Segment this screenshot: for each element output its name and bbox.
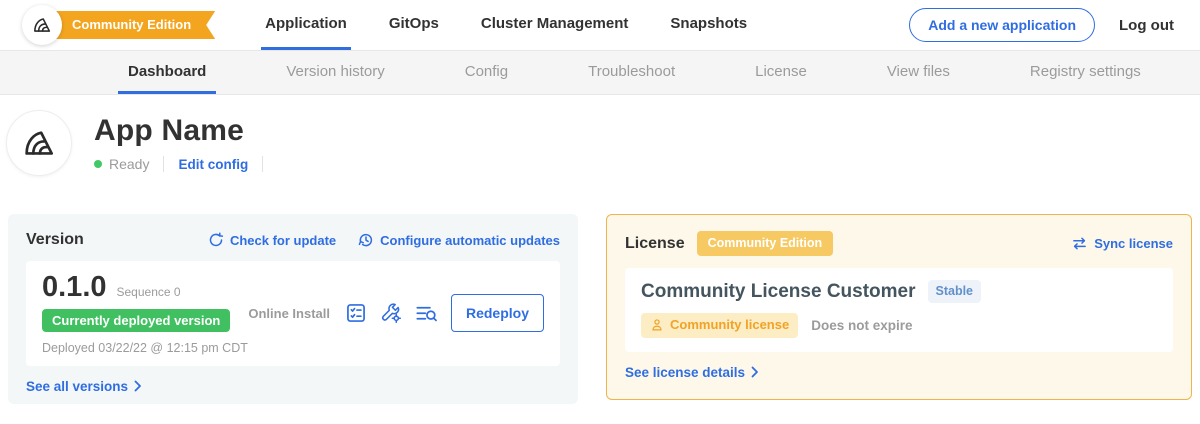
version-card-header: Version Check for update Configure au (26, 231, 560, 249)
divider (163, 156, 164, 172)
version-card: Version Check for update Configure au (8, 214, 578, 404)
currently-deployed-badge: Currently deployed version (42, 309, 230, 332)
divider (262, 156, 263, 172)
status-row: Ready Edit config (94, 156, 277, 172)
top-nav: Community Edition Application GitOps Clu… (0, 0, 1200, 50)
license-details-panel: Community License Customer Stable Commun… (625, 268, 1173, 352)
view-diff-button[interactable] (415, 303, 438, 324)
app-logo-icon (20, 124, 58, 162)
chevron-right-icon (134, 380, 142, 392)
community-edition-ribbon: Community Edition (40, 11, 215, 39)
channel-badge: Stable (928, 280, 982, 303)
app-title-block: App Name Ready Edit config (94, 114, 277, 172)
diff-search-icon (415, 303, 438, 324)
replicated-logo-badge (22, 5, 62, 45)
sub-nav: Dashboard Version history Config Trouble… (0, 50, 1200, 95)
version-card-links: Check for update Configure automatic upd… (208, 232, 560, 248)
status-text: Ready (109, 156, 149, 172)
preflight-checklist-icon (345, 302, 367, 324)
subnav-registry-settings[interactable]: Registry settings (1020, 51, 1151, 94)
logout-button[interactable]: Log out (1119, 17, 1174, 34)
install-type-label: Online Install (248, 306, 330, 321)
see-license-details-link[interactable]: See license details (625, 365, 759, 380)
version-actions: Online Install (248, 294, 544, 332)
person-icon (650, 318, 664, 332)
tab-snapshots[interactable]: Snapshots (666, 0, 751, 50)
sequence-label: Sequence 0 (117, 285, 181, 299)
community-license-chip: Community license (641, 313, 798, 338)
top-tabs: Application GitOps Cluster Management Sn… (261, 0, 751, 50)
subnav-troubleshoot[interactable]: Troubleshoot (578, 51, 685, 94)
see-all-versions-label: See all versions (26, 379, 128, 394)
edit-config-link[interactable]: Edit config (178, 157, 248, 172)
status-dot (94, 160, 102, 168)
replicated-logo-icon (31, 14, 53, 36)
license-card-links: Sync license (1071, 236, 1173, 251)
chevron-right-icon (751, 366, 759, 378)
subnav-dashboard[interactable]: Dashboard (118, 51, 216, 94)
subnav-license[interactable]: License (745, 51, 817, 94)
version-info: 0.1.0 Sequence 0 Currently deployed vers… (42, 272, 248, 355)
preflight-checks-button[interactable] (345, 302, 367, 324)
refresh-icon (208, 232, 224, 248)
community-edition-badge: Community Edition (697, 231, 834, 256)
see-license-details-label: See license details (625, 365, 745, 380)
license-card-header: License Community Edition Sync license (625, 231, 1173, 256)
tab-gitops[interactable]: GitOps (385, 0, 443, 50)
license-card-title: License (625, 235, 685, 253)
tab-cluster-management[interactable]: Cluster Management (477, 0, 633, 50)
version-card-title: Version (26, 231, 84, 249)
redeploy-button[interactable]: Redeploy (451, 294, 544, 332)
add-new-application-button[interactable]: Add a new application (909, 8, 1095, 42)
dashboard-cards: Version Check for update Configure au (0, 214, 1200, 404)
app-header: App Name Ready Edit config (0, 95, 1200, 176)
brand: Community Edition (22, 0, 215, 50)
version-number: 0.1.0 (42, 272, 107, 304)
subnav-config[interactable]: Config (455, 51, 518, 94)
license-expiry: Does not expire (811, 318, 912, 333)
license-card: License Community Edition Sync license C… (606, 214, 1192, 400)
edit-config-button[interactable] (380, 302, 402, 324)
community-license-label: Community license (670, 317, 789, 334)
subnav-version-history[interactable]: Version history (276, 51, 394, 94)
clock-refresh-icon (358, 232, 374, 248)
check-for-update-label: Check for update (230, 233, 336, 248)
deployed-timestamp: Deployed 03/22/22 @ 12:15 pm CDT (42, 341, 248, 355)
page-title: App Name (94, 114, 277, 148)
customer-name: Community License Customer (641, 281, 916, 303)
sync-license-label: Sync license (1094, 236, 1173, 251)
config-wrench-icon (380, 302, 402, 324)
configure-automatic-updates-label: Configure automatic updates (380, 233, 560, 248)
check-for-update-link[interactable]: Check for update (208, 232, 336, 248)
version-number-row: 0.1.0 Sequence 0 (42, 272, 248, 304)
subnav-view-files[interactable]: View files (877, 51, 960, 94)
sync-arrows-icon (1071, 236, 1088, 251)
license-type-row: Community license Does not expire (641, 313, 1157, 338)
app-avatar (6, 110, 72, 176)
configure-automatic-updates-link[interactable]: Configure automatic updates (358, 232, 560, 248)
sync-license-link[interactable]: Sync license (1071, 236, 1173, 251)
customer-row: Community License Customer Stable (641, 280, 1157, 303)
tab-application[interactable]: Application (261, 0, 351, 50)
top-nav-right: Add a new application Log out (909, 0, 1174, 50)
see-all-versions-link[interactable]: See all versions (26, 379, 142, 394)
current-version-panel: 0.1.0 Sequence 0 Currently deployed vers… (26, 261, 560, 366)
